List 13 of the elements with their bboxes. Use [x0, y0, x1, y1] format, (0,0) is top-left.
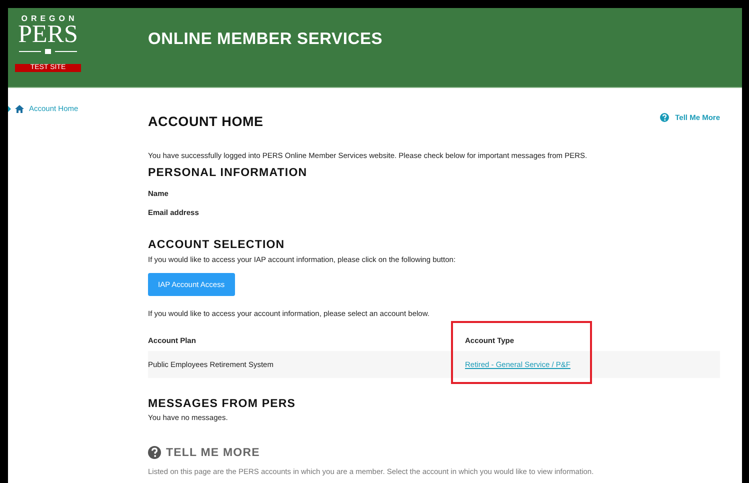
home-icon	[15, 104, 24, 112]
logo-text: PERS	[18, 23, 78, 47]
help-icon	[148, 446, 161, 459]
section-heading: MESSAGES FROM PERS	[148, 398, 297, 410]
section-heading: ACCOUNT SELECTION	[148, 239, 286, 251]
help-icon	[660, 113, 670, 122]
section-heading: PERSONAL INFORMATION	[148, 167, 308, 179]
site-title: ONLINE MEMBER SERVICES	[148, 30, 383, 49]
section-heading: TELL ME MORE	[166, 446, 260, 458]
logo-rule-icon	[19, 49, 77, 54]
logo-text: OREGON	[21, 14, 78, 23]
caret-icon	[8, 106, 11, 112]
page-title: ACCOUNT HOME	[148, 114, 264, 129]
